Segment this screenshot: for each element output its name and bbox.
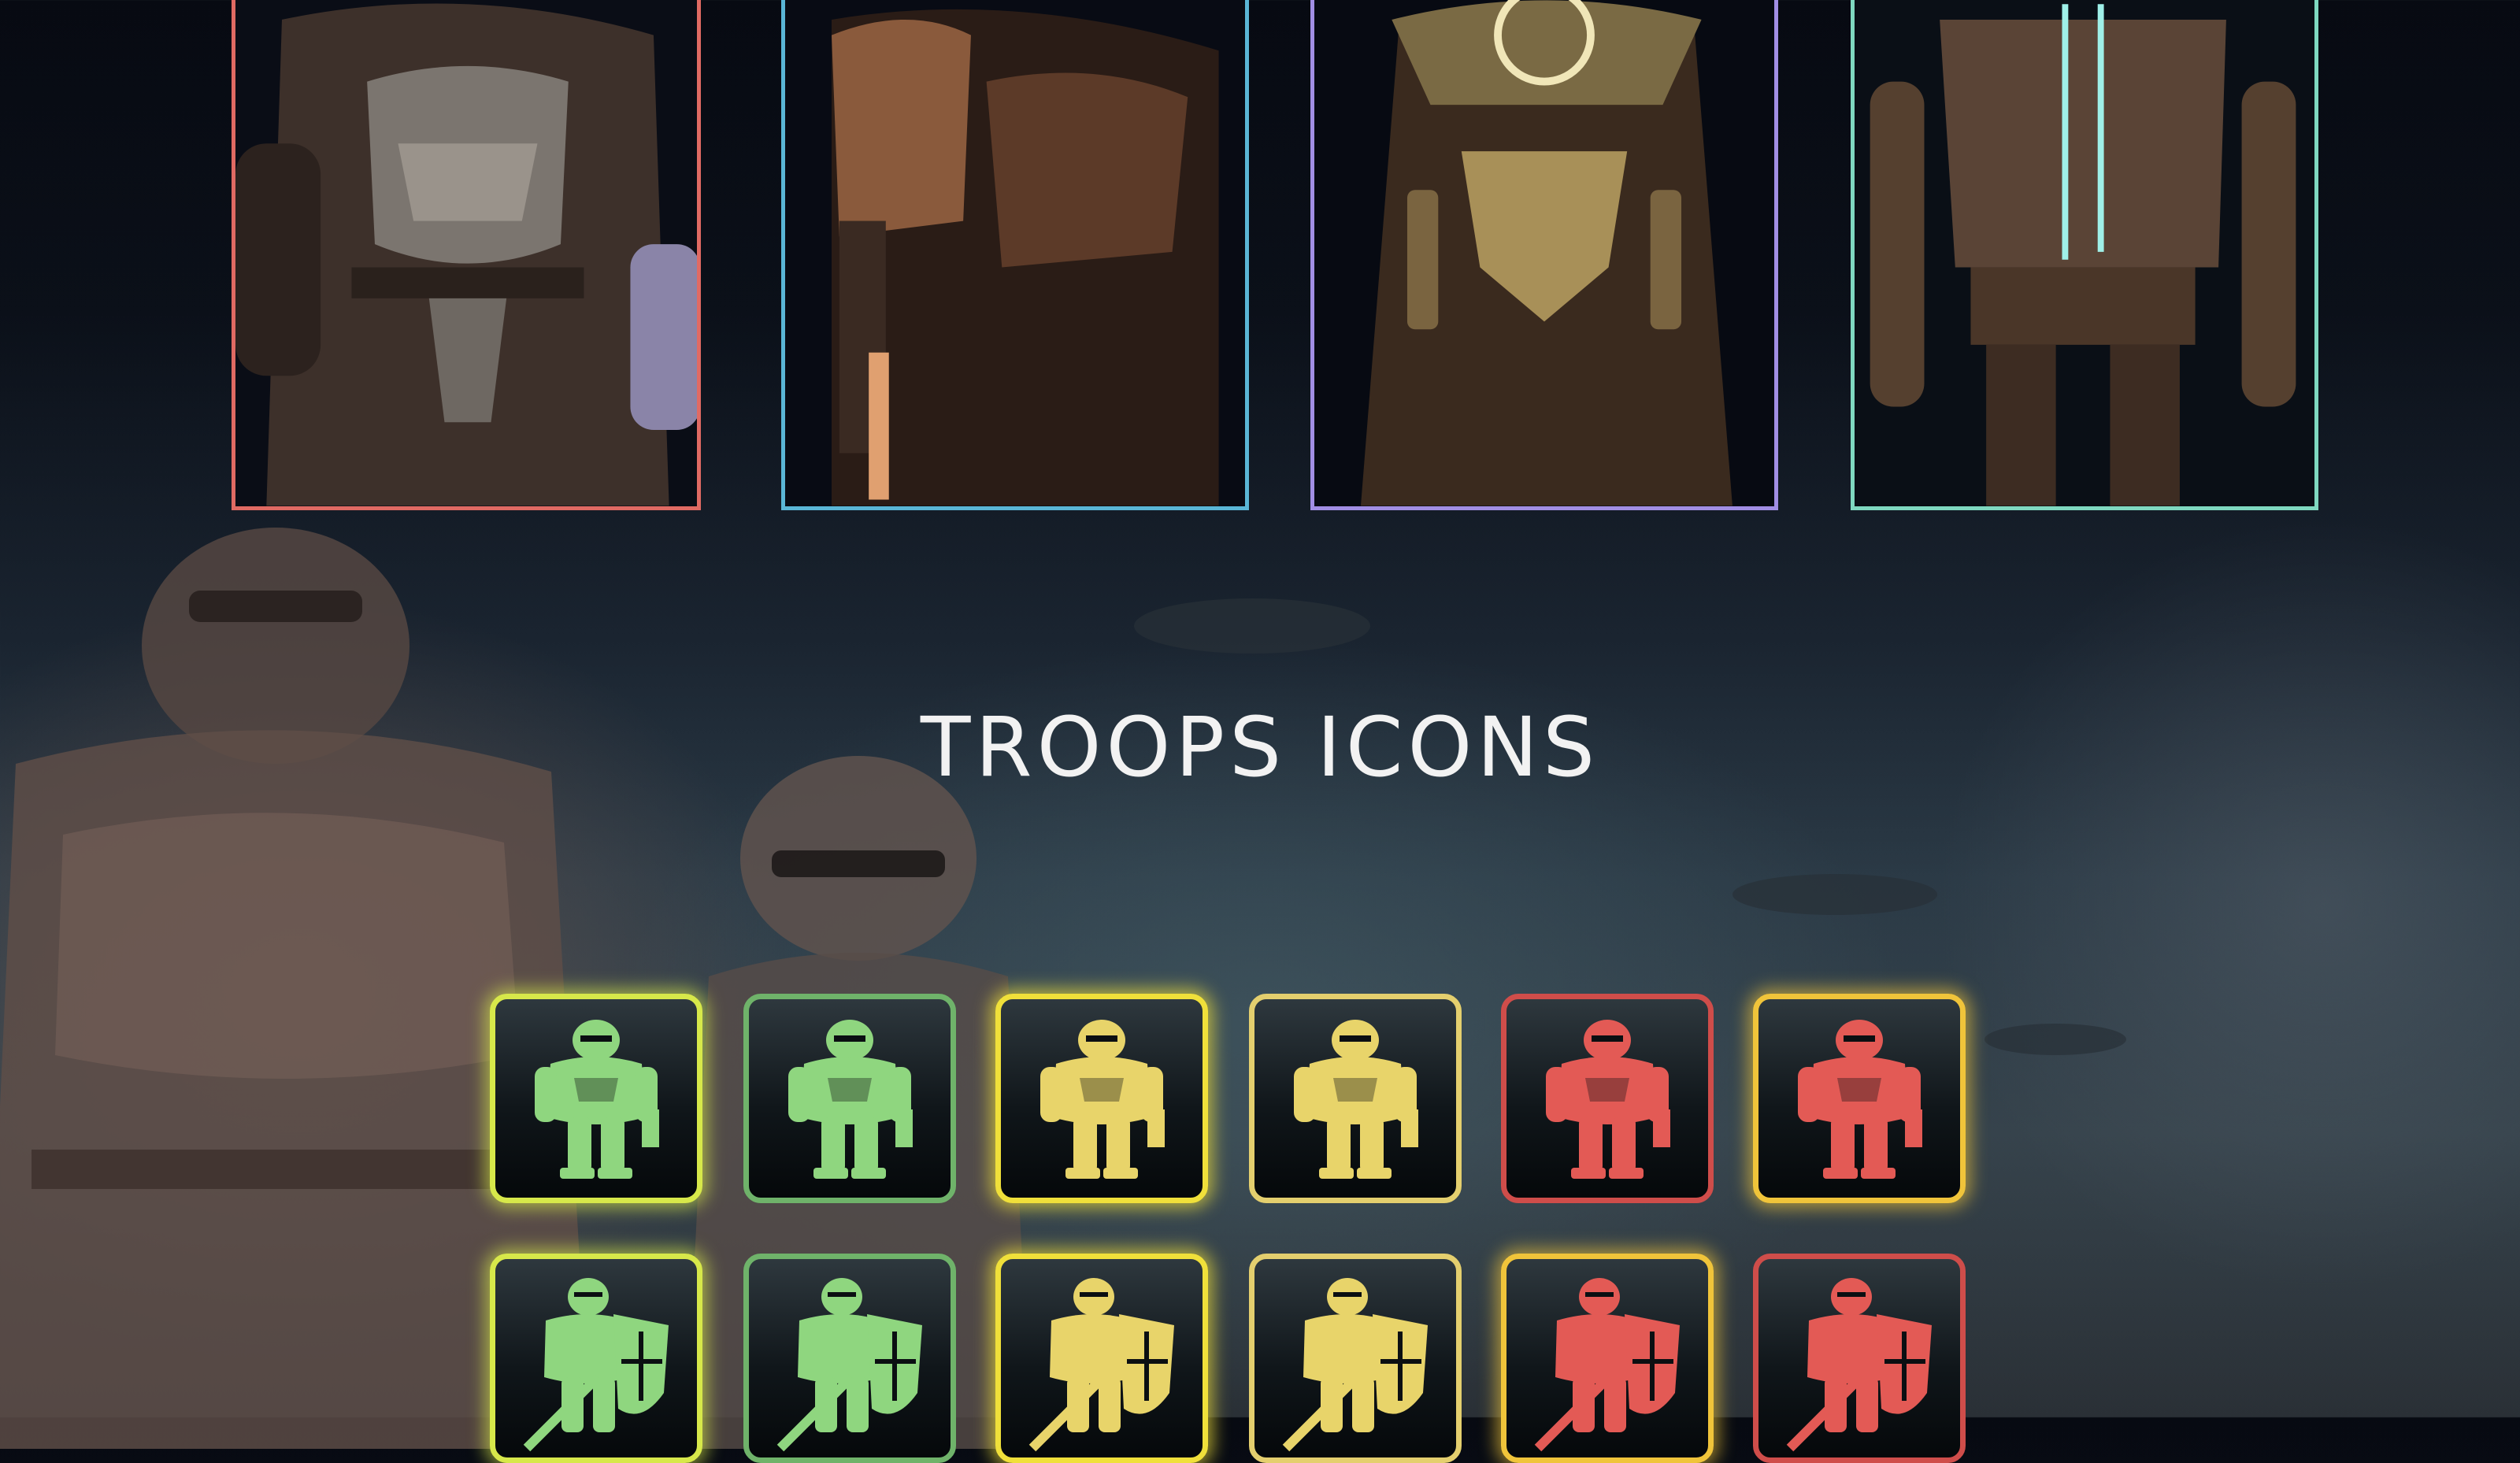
raider-illustration — [235, 0, 697, 506]
troop-icon-tile[interactable] — [1249, 994, 1462, 1203]
troop-icon-tile[interactable] — [1501, 994, 1714, 1203]
section-title: TROOPS ICONS — [920, 699, 1600, 795]
background-ship — [1732, 874, 1937, 915]
troop-icon-tile[interactable] — [1753, 994, 1966, 1203]
card-priest — [1310, 0, 1778, 510]
armored-soldier-icon — [1040, 1020, 1165, 1179]
shield-knight-icon — [1028, 1278, 1174, 1452]
troop-icon-tile[interactable] — [995, 1254, 1208, 1463]
background-ship — [1134, 598, 1370, 654]
card-raider — [232, 0, 701, 510]
armored-soldier-icon — [1294, 1020, 1418, 1179]
armored-soldier-icon — [535, 1020, 659, 1179]
armored-soldier-icon — [1798, 1020, 1922, 1179]
droid-illustration — [1855, 0, 2314, 506]
troop-icon-tile[interactable] — [995, 994, 1208, 1203]
troop-icon-tile[interactable] — [743, 994, 956, 1203]
priest-illustration — [1314, 0, 1774, 506]
background-ship — [1984, 1024, 2126, 1055]
armored-soldier-icon — [788, 1020, 913, 1179]
troop-icon-tile[interactable] — [1753, 1254, 1966, 1463]
armored-soldier-icon — [1546, 1020, 1670, 1179]
troop-icon-tile[interactable] — [490, 1254, 702, 1463]
shield-knight-icon — [1534, 1278, 1680, 1452]
shield-knight-icon — [523, 1278, 669, 1452]
troop-icon-tile[interactable] — [743, 1254, 956, 1463]
troop-icon-tile[interactable] — [1249, 1254, 1462, 1463]
shield-knight-icon — [776, 1278, 922, 1452]
card-trooper — [781, 0, 1249, 510]
shield-knight-icon — [1786, 1278, 1932, 1452]
trooper-illustration — [785, 0, 1245, 506]
troop-icon-tile[interactable] — [490, 994, 702, 1203]
card-droid — [1851, 0, 2318, 510]
troop-icon-tile[interactable] — [1501, 1254, 1714, 1463]
shield-knight-icon — [1282, 1278, 1428, 1452]
